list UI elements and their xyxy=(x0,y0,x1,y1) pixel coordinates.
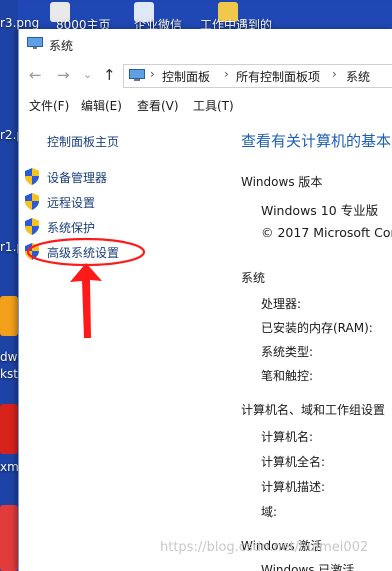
address-bar[interactable]: › 控制面板 › 所有控制面板项 › 系统 xyxy=(123,64,392,88)
uac-shield-icon xyxy=(25,168,39,185)
system-window: 系统 ← → ⌄ ↑ › 控制面板 › 所有控制面板项 › 系统 文件(F) 编… xyxy=(18,29,392,571)
full-computer-name-label: 计算机全名: xyxy=(261,455,326,469)
breadcrumb-separator: › xyxy=(224,67,229,81)
navigation-bar: ← → ⌄ ↑ › 控制面板 › 所有控制面板项 › 系统 xyxy=(19,63,392,89)
monitor-icon xyxy=(27,37,43,49)
menu-file[interactable]: 文件(F) xyxy=(29,97,69,114)
menu-edit[interactable]: 编辑(E) xyxy=(81,97,122,114)
section-windows-edition: Windows 版本 xyxy=(241,175,323,189)
control-panel-home-link[interactable]: 控制面板主页 xyxy=(47,133,119,150)
desktop-icon-label[interactable]: kst xyxy=(0,367,18,381)
watermark-text: https://blog.csdn.net/huimei002 xyxy=(160,540,369,555)
ram-label: 已安装的内存(RAM): xyxy=(261,321,373,335)
up-button[interactable]: ↑ xyxy=(103,66,116,84)
window-title: 系统 xyxy=(49,39,74,53)
pen-touch-label: 笔和触控: xyxy=(261,369,314,383)
desktop-app-icon[interactable] xyxy=(0,404,18,454)
edition-name: Windows 10 专业版 xyxy=(261,203,379,218)
processor-label: 处理器: xyxy=(261,297,302,311)
forward-button[interactable]: → xyxy=(57,66,70,84)
breadcrumb-system[interactable]: 系统 xyxy=(346,68,370,85)
desktop-icon-label[interactable]: r3.png xyxy=(0,16,39,30)
menu-bar: 文件(F) 编辑(E) 查看(V) 工具(T) xyxy=(19,95,392,117)
task-label: 高级系统设置 xyxy=(47,246,120,260)
recent-locations-dropdown[interactable]: ⌄ xyxy=(83,66,92,84)
breadcrumb-all-items[interactable]: 所有控制面板项 xyxy=(236,68,320,85)
breadcrumb-separator: › xyxy=(150,67,155,81)
system-info-pane: 查看有关计算机的基本 Windows 版本 Windows 10 专业版 © 2… xyxy=(231,121,392,571)
uac-shield-icon xyxy=(25,218,39,235)
computer-name-label: 计算机名: xyxy=(261,430,314,444)
window-titlebar[interactable]: 系统 xyxy=(19,29,392,59)
task-label: 系统保护 xyxy=(47,221,96,235)
section-computer-name: 计算机名、域和工作组设置 xyxy=(241,403,386,417)
desktop-app-icon[interactable] xyxy=(0,505,18,571)
breadcrumb-control-panel[interactable]: 控制面板 xyxy=(162,68,210,85)
desktop-app-icon[interactable] xyxy=(0,296,18,336)
left-task-pane: 控制面板主页 设备管理器 远程设置 系统保护 高级系统设置 xyxy=(19,121,231,571)
control-panel-icon xyxy=(129,69,145,81)
uac-shield-icon xyxy=(25,243,39,260)
domain-label: 域: xyxy=(261,505,278,519)
menu-view[interactable]: 查看(V) xyxy=(137,97,179,114)
activation-status: Windows 已激活 xyxy=(261,563,355,571)
task-label: 设备管理器 xyxy=(47,171,108,185)
breadcrumb-separator: › xyxy=(332,67,337,81)
desktop-icon-column xyxy=(0,0,18,571)
uac-shield-icon xyxy=(25,193,39,210)
page-heading: 查看有关计算机的基本 xyxy=(241,132,392,150)
task-label: 远程设置 xyxy=(47,196,96,210)
menu-tools[interactable]: 工具(T) xyxy=(193,97,234,114)
system-type-label: 系统类型: xyxy=(261,345,314,359)
computer-description-label: 计算机描述: xyxy=(261,480,326,494)
section-system: 系统 xyxy=(241,271,266,285)
copyright-text: © 2017 Microsoft Corp xyxy=(261,225,392,240)
back-button[interactable]: ← xyxy=(29,66,42,84)
